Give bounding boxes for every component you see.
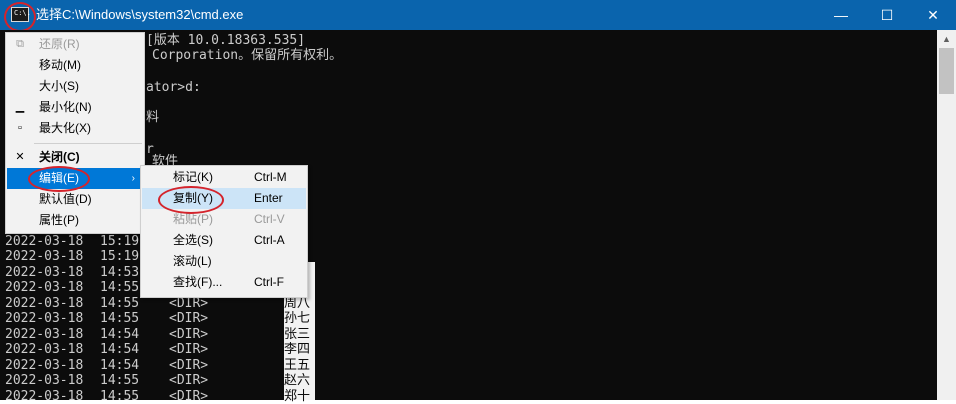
minimize-button[interactable]: — <box>818 0 864 30</box>
menu-item-label: 最小化(N) <box>39 100 92 114</box>
submenu-item-shortcut: Enter <box>254 191 283 205</box>
menu-item-label: 属性(P) <box>39 213 79 227</box>
submenu-item-select-all[interactable]: 全选(S) Ctrl-A <box>142 230 306 251</box>
vertical-scrollbar[interactable]: ▲ <box>937 30 956 400</box>
submenu-item-shortcut: Ctrl-M <box>254 170 287 184</box>
scroll-thumb[interactable] <box>939 48 954 94</box>
submenu-item-shortcut: Ctrl-F <box>254 275 284 289</box>
menu-item-label: 关闭(C) <box>39 150 80 164</box>
submenu-item-label: 全选(S) <box>173 233 213 247</box>
submenu-item-shortcut: Ctrl-V <box>254 212 285 226</box>
close-glyph: ✕ <box>927 6 939 23</box>
menu-item-move[interactable]: 移动(M) <box>7 55 143 76</box>
submenu-item-shortcut: Ctrl-A <box>254 233 285 247</box>
console-line: Corporation。保留所有权利。 <box>152 48 343 63</box>
menu-item-size[interactable]: 大小(S) <box>7 76 143 97</box>
close-button[interactable]: ✕ <box>910 0 956 30</box>
submenu-item-label: 查找(F)... <box>173 275 223 289</box>
submenu-item-label: 滚动(L) <box>173 254 212 268</box>
menu-item-properties[interactable]: 属性(P) <box>7 210 143 231</box>
edit-submenu: 标记(K) Ctrl-M 复制(Y) Enter 粘贴(P) Ctrl-V 全选… <box>140 165 308 298</box>
menu-item-label: 最大化(X) <box>39 121 91 135</box>
console-line: 料 <box>146 110 160 125</box>
submenu-item-find[interactable]: 查找(F)... Ctrl-F <box>142 272 306 293</box>
submenu-item-scroll[interactable]: 滚动(L) <box>142 251 306 272</box>
annotation-circle-icon <box>4 2 36 32</box>
selected-name: 赵六 <box>284 373 311 388</box>
window-title: 选择C:\Windows\system32\cmd.exe <box>36 7 244 22</box>
selected-name: 周八 <box>284 296 311 311</box>
close-icon: ✕ <box>15 151 25 163</box>
menu-item-maximize[interactable]: ▫ 最大化(X) <box>7 118 143 139</box>
menu-item-label: 默认值(D) <box>39 192 92 206</box>
annotation-circle-icon <box>28 166 90 192</box>
title-bar: C:\. 选择C:\Windows\system32\cmd.exe — ☐ ✕ <box>0 0 956 32</box>
scroll-up-arrow-icon[interactable]: ▲ <box>937 30 956 47</box>
maximize-glyph: ☐ <box>880 6 894 23</box>
annotation-circle-icon <box>158 186 224 214</box>
menu-separator <box>34 143 142 144</box>
restore-icon: ⧉ <box>16 38 24 50</box>
selected-name: 郑十 <box>284 389 311 404</box>
minimize-glyph: — <box>834 7 848 23</box>
submenu-item-paste[interactable]: 粘贴(P) Ctrl-V <box>142 209 306 230</box>
menu-item-label: 大小(S) <box>39 79 79 93</box>
console-line: [版本 10.0.18363.535] <box>146 33 306 48</box>
menu-item-defaults[interactable]: 默认值(D) <box>7 189 143 210</box>
menu-item-close[interactable]: ✕ 关闭(C) <box>7 147 143 168</box>
minimize-icon: ▁ <box>15 101 25 113</box>
submenu-item-mark[interactable]: 标记(K) Ctrl-M <box>142 167 306 188</box>
menu-item-label: 还原(R) <box>39 37 80 51</box>
submenu-item-label: 标记(K) <box>173 170 213 184</box>
menu-item-label: 移动(M) <box>39 58 81 72</box>
menu-item-minimize[interactable]: ▁ 最小化(N) <box>7 97 143 118</box>
selected-name: 孙七 <box>284 311 311 326</box>
submenu-arrow-icon: › <box>131 173 135 184</box>
console-line: ator>d: <box>146 80 201 95</box>
selected-name: 李四 <box>284 342 311 357</box>
system-menu: ⧉ 还原(R) 移动(M) 大小(S) ▁ 最小化(N) ▫ 最大化(X) ✕ … <box>5 32 145 234</box>
menu-item-restore[interactable]: ⧉ 还原(R) <box>7 34 143 55</box>
selected-name: 张三 <box>284 327 311 342</box>
maximize-button[interactable]: ☐ <box>864 0 910 30</box>
selected-name: 王五 <box>284 358 311 373</box>
maximize-icon: ▫ <box>18 122 22 134</box>
